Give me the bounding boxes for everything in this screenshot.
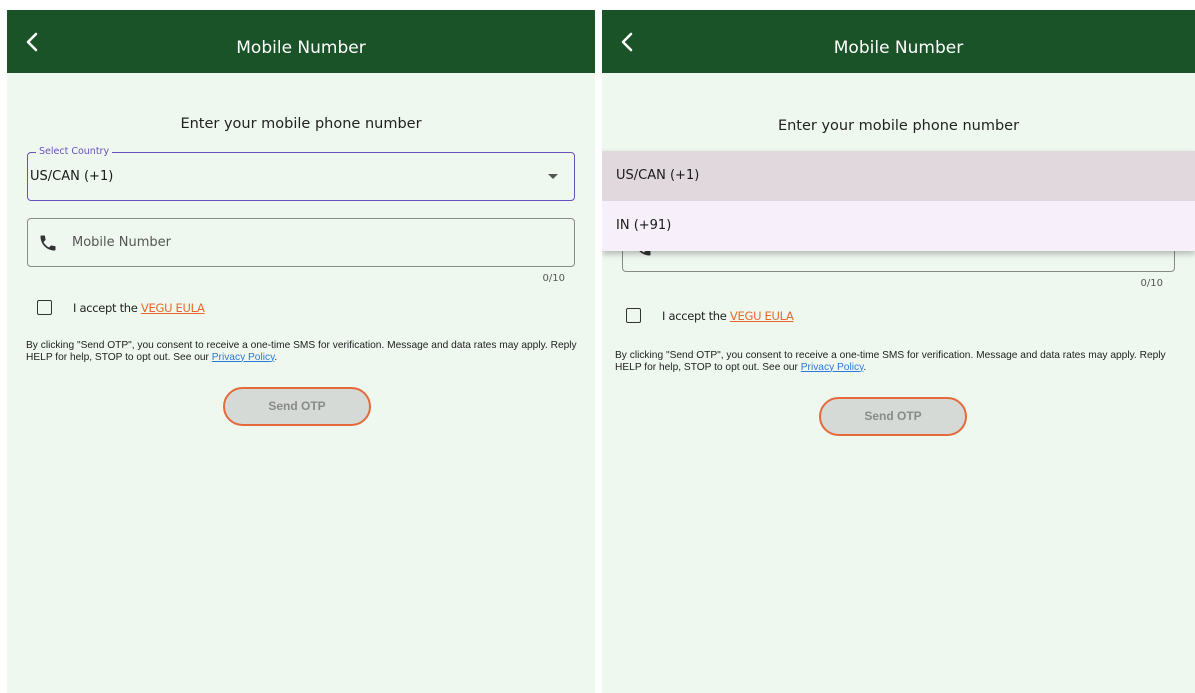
- eula-label: I accept the VEGU EULA: [73, 301, 205, 315]
- screen-select-open: Mobile Number Enter your mobile phone nu…: [602, 10, 1195, 693]
- eula-checkbox[interactable]: [626, 308, 641, 323]
- eula-label-text: I accept the: [73, 301, 141, 315]
- phone-icon: [40, 235, 56, 251]
- privacy-policy-link[interactable]: Privacy Policy: [212, 352, 275, 363]
- mobile-number-field[interactable]: [27, 218, 575, 267]
- consent-body: By clicking "Send OTP", you consent to r…: [26, 340, 577, 363]
- character-counter: 0/10: [542, 273, 565, 284]
- caret-down-icon: [548, 174, 558, 179]
- instruction-heading: Enter your mobile phone number: [777, 118, 1020, 134]
- eula-label: I accept the VEGU EULA: [662, 309, 794, 323]
- consent-body: By clicking "Send OTP", you consent to r…: [615, 350, 1166, 373]
- country-option-in[interactable]: IN (+91): [602, 201, 1195, 251]
- character-counter: 0/10: [1140, 278, 1163, 289]
- instruction-heading: Enter your mobile phone number: [180, 116, 422, 132]
- page-title: Mobile Number: [236, 38, 366, 58]
- send-otp-button[interactable]: Send OTP: [819, 397, 967, 436]
- eula-label-text: I accept the: [662, 309, 730, 323]
- country-select[interactable]: Select Country US/CAN (+1): [27, 145, 575, 201]
- app-bar: Mobile Number: [602, 10, 1195, 73]
- eula-checkbox[interactable]: [37, 300, 52, 315]
- privacy-policy-link[interactable]: Privacy Policy: [801, 362, 864, 373]
- consent-text: By clicking "Send OTP", you consent to r…: [615, 350, 1185, 373]
- send-otp-button[interactable]: Send OTP: [223, 387, 371, 426]
- page-title: Mobile Number: [833, 38, 964, 58]
- eula-link[interactable]: VEGU EULA: [141, 301, 205, 315]
- app-bar: Mobile Number: [7, 10, 595, 73]
- consent-text: By clicking "Send OTP", you consent to r…: [26, 340, 585, 363]
- consent-suffix: .: [863, 361, 867, 373]
- country-select-label: Select Country: [36, 145, 113, 159]
- country-select-value: US/CAN (+1): [30, 169, 114, 184]
- country-option-us-can[interactable]: US/CAN (+1): [602, 151, 1195, 201]
- country-dropdown-menu: US/CAN (+1) IN (+91): [602, 151, 1195, 251]
- mobile-number-input[interactable]: [72, 219, 564, 266]
- eula-link[interactable]: VEGU EULA: [730, 309, 794, 323]
- screen-select-closed: Mobile Number Enter your mobile phone nu…: [7, 10, 595, 693]
- consent-suffix: .: [274, 351, 278, 363]
